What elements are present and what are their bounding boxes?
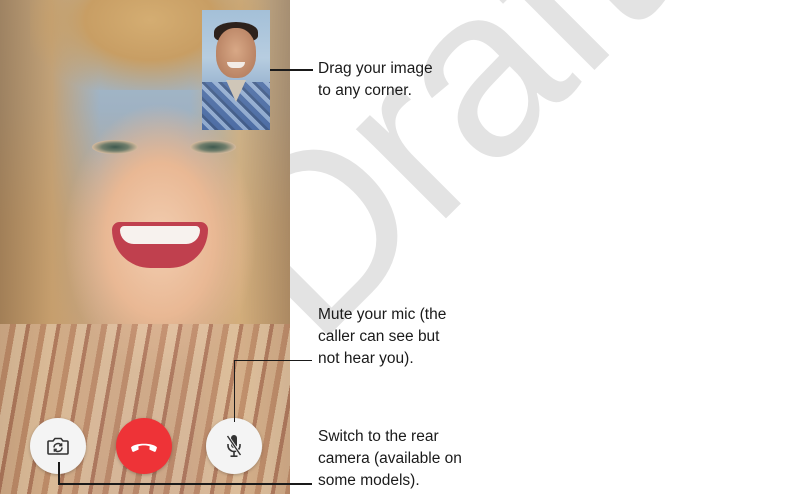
- callout-line-drag: [270, 69, 313, 71]
- callout-line-mute: [233, 360, 235, 422]
- self-view-pip[interactable]: [202, 10, 270, 130]
- callout-line-mute: [233, 359, 312, 361]
- caller-teeth: [120, 226, 200, 244]
- callout-switch-text: Switch to the rear camera (available on …: [318, 428, 462, 489]
- camera-flip-icon: [47, 437, 69, 455]
- end-call-button[interactable]: [116, 418, 172, 474]
- mic-mute-icon: [226, 435, 242, 458]
- callout-drag-text: Drag your image to any corner.: [318, 60, 433, 99]
- mute-button[interactable]: [206, 418, 262, 474]
- callout-mute-text: Mute your mic (the caller can see but no…: [318, 306, 447, 367]
- caller-eye: [190, 140, 236, 154]
- caller-eye: [92, 140, 138, 154]
- phone-hangup-icon: [131, 443, 157, 452]
- pip-face: [216, 28, 256, 78]
- callout-line-switch: [58, 462, 60, 484]
- callout-line-switch: [58, 483, 312, 485]
- caller-video: [0, 0, 290, 494]
